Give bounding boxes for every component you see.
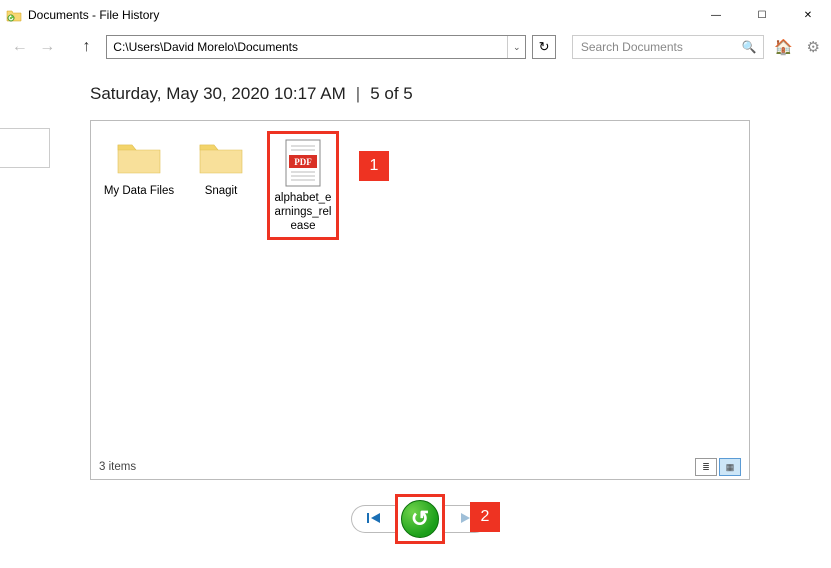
item-label: Snagit: [185, 185, 257, 199]
icons-view-button[interactable]: ▦: [719, 458, 741, 476]
home-icon: 🏠: [774, 38, 793, 56]
search-input[interactable]: [579, 39, 742, 55]
refresh-icon: ↻: [539, 39, 550, 55]
prev-version-button[interactable]: [351, 505, 395, 533]
window-title: Documents - File History: [28, 8, 159, 22]
icons-view-icon: ▦: [726, 462, 735, 473]
back-button[interactable]: ←: [8, 35, 31, 59]
address-input[interactable]: [107, 36, 507, 58]
folder-icon: [103, 131, 175, 181]
up-icon: ↑: [83, 38, 91, 56]
annotation-2: 2: [470, 502, 500, 532]
file-panel: My Data Files Snagit: [90, 120, 750, 480]
details-view-button[interactable]: ≣: [695, 458, 717, 476]
settings-button[interactable]: ⚙: [803, 37, 823, 57]
close-button[interactable]: ✕: [785, 0, 831, 30]
annotation-1: 1: [359, 151, 389, 181]
chevron-down-icon: ⌄: [513, 42, 521, 53]
folder-item[interactable]: Snagit: [185, 131, 257, 199]
search-icon: 🔍: [742, 40, 757, 54]
restore-icon: ↺: [411, 506, 429, 532]
settings-icon: ⚙: [806, 38, 819, 56]
skip-prev-icon: [365, 511, 383, 528]
titlebar: Documents - File History — ☐ ✕: [0, 0, 831, 30]
svg-text:PDF: PDF: [294, 157, 312, 167]
version-position: 5 of 5: [370, 84, 413, 104]
minimize-button[interactable]: —: [693, 0, 739, 30]
version-timestamp: Saturday, May 30, 2020 10:17 AM: [90, 84, 346, 104]
forward-icon: →: [39, 38, 55, 56]
address-dropdown[interactable]: ⌄: [507, 36, 525, 58]
pdf-item-highlighted[interactable]: PDF alphabet_earnings_release: [267, 131, 339, 240]
folder-icon: [185, 131, 257, 181]
item-label: alphabet_earnings_release: [272, 192, 334, 233]
prev-version-tab[interactable]: [0, 128, 50, 168]
item-label: My Data Files: [103, 185, 175, 199]
status-bar: 3 items ≣ ▦: [91, 455, 749, 479]
back-icon: ←: [12, 38, 28, 56]
app-icon: [6, 7, 22, 23]
content-area: Saturday, May 30, 2020 10:17 AM | 5 of 5…: [0, 64, 831, 544]
home-button[interactable]: 🏠: [774, 37, 794, 57]
pdf-icon: PDF: [272, 138, 334, 188]
refresh-button[interactable]: ↻: [532, 35, 556, 59]
forward-button[interactable]: →: [35, 35, 58, 59]
folder-item[interactable]: My Data Files: [103, 131, 175, 199]
item-count: 3 items: [99, 461, 136, 473]
restore-highlight: ↺: [395, 494, 445, 544]
restore-button[interactable]: ↺: [401, 500, 439, 538]
maximize-button[interactable]: ☐: [739, 0, 785, 30]
search-box[interactable]: 🔍: [572, 35, 764, 59]
up-button[interactable]: ↑: [75, 35, 98, 59]
address-bar[interactable]: ⌄: [106, 35, 526, 59]
toolbar: ← → ↑ ⌄ ↻ 🔍 🏠 ⚙: [0, 30, 831, 64]
version-nav: ↺ 2: [90, 494, 750, 544]
details-view-icon: ≣: [702, 462, 710, 473]
version-header: Saturday, May 30, 2020 10:17 AM | 5 of 5: [90, 84, 750, 104]
